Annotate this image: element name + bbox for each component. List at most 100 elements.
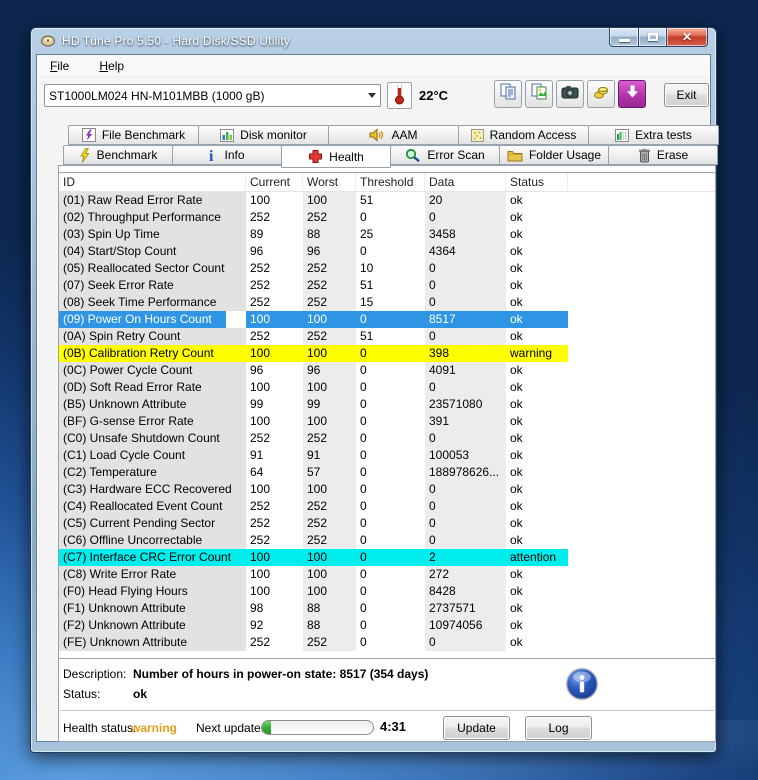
table-row[interactable]: (07) Seek Error Rate 252 252 51 0 ok	[59, 277, 715, 294]
table-row[interactable]: (F1) Unknown Attribute 98 88 0 2737571 ok	[59, 600, 715, 617]
table-row[interactable]: (02) Throughput Performance 252 252 0 0 ok	[59, 209, 715, 226]
tab-extra-tests[interactable]: Extra tests	[588, 125, 719, 145]
tab-file-benchmark[interactable]: File Benchmark	[68, 125, 199, 145]
menu-bar: File Help	[38, 56, 709, 77]
tab-erase[interactable]: Erase	[608, 145, 718, 165]
cell-current: 98	[250, 601, 264, 615]
table-row[interactable]: (F2) Unknown Attribute 92 88 0 10974056 ok	[59, 617, 715, 634]
log-button[interactable]: Log	[525, 716, 592, 740]
progressbar-fill	[262, 721, 271, 734]
table-row[interactable]: (0A) Spin Retry Count 252 252 51 0 ok	[59, 328, 715, 345]
column-header-id[interactable]: ID	[59, 173, 246, 191]
cell-id: (08) Seek Time Performance	[59, 294, 246, 311]
column-header-status[interactable]: Status	[506, 173, 568, 191]
tab-aam[interactable]: AAM	[328, 125, 459, 145]
table-row[interactable]: (0D) Soft Read Error Rate 100 100 0 0 ok	[59, 379, 715, 396]
maximize-button[interactable]	[639, 28, 667, 47]
table-row[interactable]: (C1) Load Cycle Count 91 91 0 100053 ok	[59, 447, 715, 464]
table-row[interactable]: (03) Spin Up Time 89 88 25 3458 ok	[59, 226, 715, 243]
cell-current: 64	[250, 465, 264, 479]
cell-filler	[568, 243, 715, 260]
table-row[interactable]: (C4) Reallocated Event Count 252 252 0 0 ok	[59, 498, 715, 515]
column-header-threshold[interactable]: Threshold	[356, 173, 425, 191]
download-button[interactable]	[618, 80, 646, 108]
table-row[interactable]: (C0) Unsafe Shutdown Count 252 252 0 0 ok	[59, 430, 715, 447]
table-row[interactable]: (C5) Current Pending Sector 252 252 0 0 ok	[59, 515, 715, 532]
table-row[interactable]: (BF) G-sense Error Rate 100 100 0 391 ok	[59, 413, 715, 430]
minimize-button[interactable]	[609, 28, 639, 47]
cell-filler	[568, 464, 715, 481]
table-row[interactable]: (04) Start/Stop Count 96 96 0 4364 ok	[59, 243, 715, 260]
table-row[interactable]: (C7) Interface CRC Error Count 100 100 0 2 at…	[59, 549, 715, 566]
cell-data: 23571080	[425, 396, 506, 413]
cell-threshold: 25	[360, 227, 374, 241]
cell-id: (F2) Unknown Attribute	[59, 617, 246, 634]
cell-current: 92	[250, 618, 264, 632]
cell-worst: 88	[303, 617, 356, 634]
menu-file[interactable]: File	[46, 57, 73, 75]
table-row[interactable]: (C8) Write Error Rate 100 100 0 272 ok	[59, 566, 715, 583]
cell-worst: 96	[303, 243, 356, 260]
next-update-label: Next update:	[196, 721, 265, 735]
table-row[interactable]: (05) Reallocated Sector Count 252 252 10 0 ok	[59, 260, 715, 277]
screenshot-button[interactable]	[556, 80, 584, 108]
copy-image-button[interactable]	[525, 80, 553, 108]
close-button[interactable]: ✕	[667, 28, 708, 47]
tab-error-scan[interactable]: Error Scan	[390, 145, 500, 165]
save-button[interactable]	[587, 80, 615, 108]
tab-disk-monitor[interactable]: Disk monitor	[198, 125, 329, 145]
cell-threshold: 0	[360, 601, 367, 615]
tab-health[interactable]: Health	[281, 145, 391, 168]
description-value: Number of hours in power-on state: 8517 …	[133, 667, 429, 681]
cell-worst: 100	[303, 379, 356, 396]
cell-worst: 100	[303, 413, 356, 430]
cell-threshold: 51	[360, 278, 374, 292]
footer-bar: Health status: warning Next update: 4:31…	[59, 711, 715, 742]
update-button[interactable]: Update	[443, 716, 510, 740]
cell-status: ok	[510, 227, 523, 241]
column-header-filler	[568, 173, 715, 191]
exit-button[interactable]: Exit	[664, 83, 709, 107]
tab-random-access[interactable]: Random Access	[458, 125, 589, 145]
bar-chart-icon	[220, 128, 235, 142]
cell-worst: 252	[303, 294, 356, 311]
title-bar[interactable]: HD Tune Pro 5.50 - Hard Disk/SSD Utility…	[31, 28, 716, 54]
cell-worst: 88	[303, 600, 356, 617]
table-row[interactable]: (C2) Temperature 64 57 0 188978626... ok	[59, 464, 715, 481]
tab-benchmark[interactable]: Benchmark	[63, 145, 173, 165]
cell-worst: 252	[303, 532, 356, 549]
cell-data: 0	[425, 515, 506, 532]
column-header-data[interactable]: Data	[425, 173, 506, 191]
client-area: File Help ST1000LM024 HN-M101MBB (1000 g…	[36, 54, 719, 742]
drive-select-dropdown[interactable]: ST1000LM024 HN-M101MBB (1000 gB)	[44, 84, 381, 107]
toolbar: ST1000LM024 HN-M101MBB (1000 gB) 22°C Ex…	[38, 77, 709, 123]
table-row[interactable]: (FE) Unknown Attribute 252 252 0 0 ok	[59, 634, 715, 651]
table-row[interactable]: (F0) Head Flying Hours 100 100 0 8428 ok	[59, 583, 715, 600]
cell-data: 0	[425, 294, 506, 311]
cell-threshold: 0	[360, 465, 367, 479]
tab-label: Health	[329, 149, 364, 164]
cell-filler	[568, 328, 715, 345]
cell-data: 188978626...	[425, 464, 506, 481]
menu-help[interactable]: Help	[95, 57, 128, 75]
tab-label: Benchmark	[96, 148, 158, 162]
table-row[interactable]: (0B) Calibration Retry Count 100 100 0 398 wa…	[59, 345, 715, 362]
tab-folder-usage[interactable]: Folder Usage	[499, 145, 609, 165]
cell-current: 252	[250, 533, 271, 547]
table-row[interactable]: (01) Raw Read Error Rate 100 100 51 20 ok	[59, 192, 715, 209]
table-row[interactable]: (08) Seek Time Performance 252 252 15 0 ok	[59, 294, 715, 311]
table-row[interactable]: (09) Power On Hours Count 100 100 0 8517 ok	[59, 311, 715, 328]
column-header-worst[interactable]: Worst	[303, 173, 356, 191]
table-row[interactable]: (B5) Unknown Attribute 99 99 0 23571080 ok	[59, 396, 715, 413]
table-row[interactable]: (C3) Hardware ECC Recovered 100 100 0 0 ok	[59, 481, 715, 498]
column-header-current[interactable]: Current	[246, 173, 303, 191]
table-row[interactable]: (0C) Power Cycle Count 96 96 0 4091 ok	[59, 362, 715, 379]
cell-id: (0C) Power Cycle Count	[59, 362, 246, 379]
cell-id: (05) Reallocated Sector Count	[59, 260, 246, 277]
cell-filler	[568, 345, 715, 362]
table-row[interactable]: (C6) Offline Uncorrectable 252 252 0 0 ok	[59, 532, 715, 549]
tab-info[interactable]: i Info	[172, 145, 282, 165]
temperature-button[interactable]	[387, 82, 412, 109]
copy-text-button[interactable]	[494, 80, 522, 108]
cell-current: 252	[250, 635, 271, 649]
